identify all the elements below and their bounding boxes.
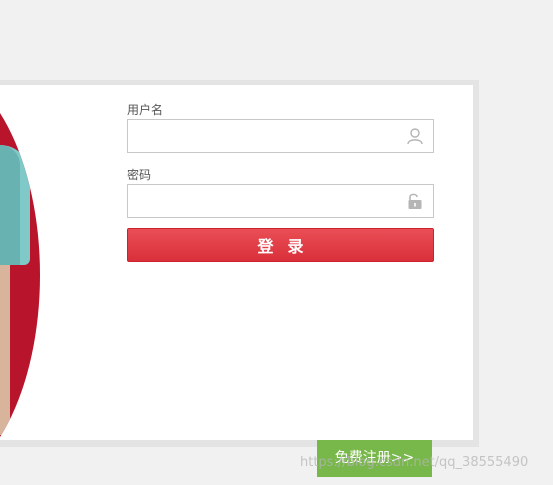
user-icon	[407, 128, 423, 145]
login-card: 用户名 密码 登录	[0, 85, 473, 440]
username-input[interactable]	[128, 120, 398, 152]
password-field[interactable]	[127, 184, 434, 218]
password-label: 密码	[127, 168, 152, 182]
lock-icon	[408, 193, 422, 209]
username-label: 用户名	[127, 103, 164, 117]
banner-figure-shadow	[0, 145, 20, 265]
promo-banner-image	[0, 85, 40, 440]
login-page: 用户名 密码 登录 免费注册>> https://blog.csdn.net/q…	[0, 0, 553, 485]
username-field[interactable]	[127, 119, 434, 153]
login-button[interactable]: 登录	[127, 228, 434, 262]
password-input[interactable]	[128, 185, 398, 217]
banner-figure-leg	[0, 265, 10, 435]
watermark-text: https://blog.csdn.net/qq_38555490	[300, 455, 529, 470]
